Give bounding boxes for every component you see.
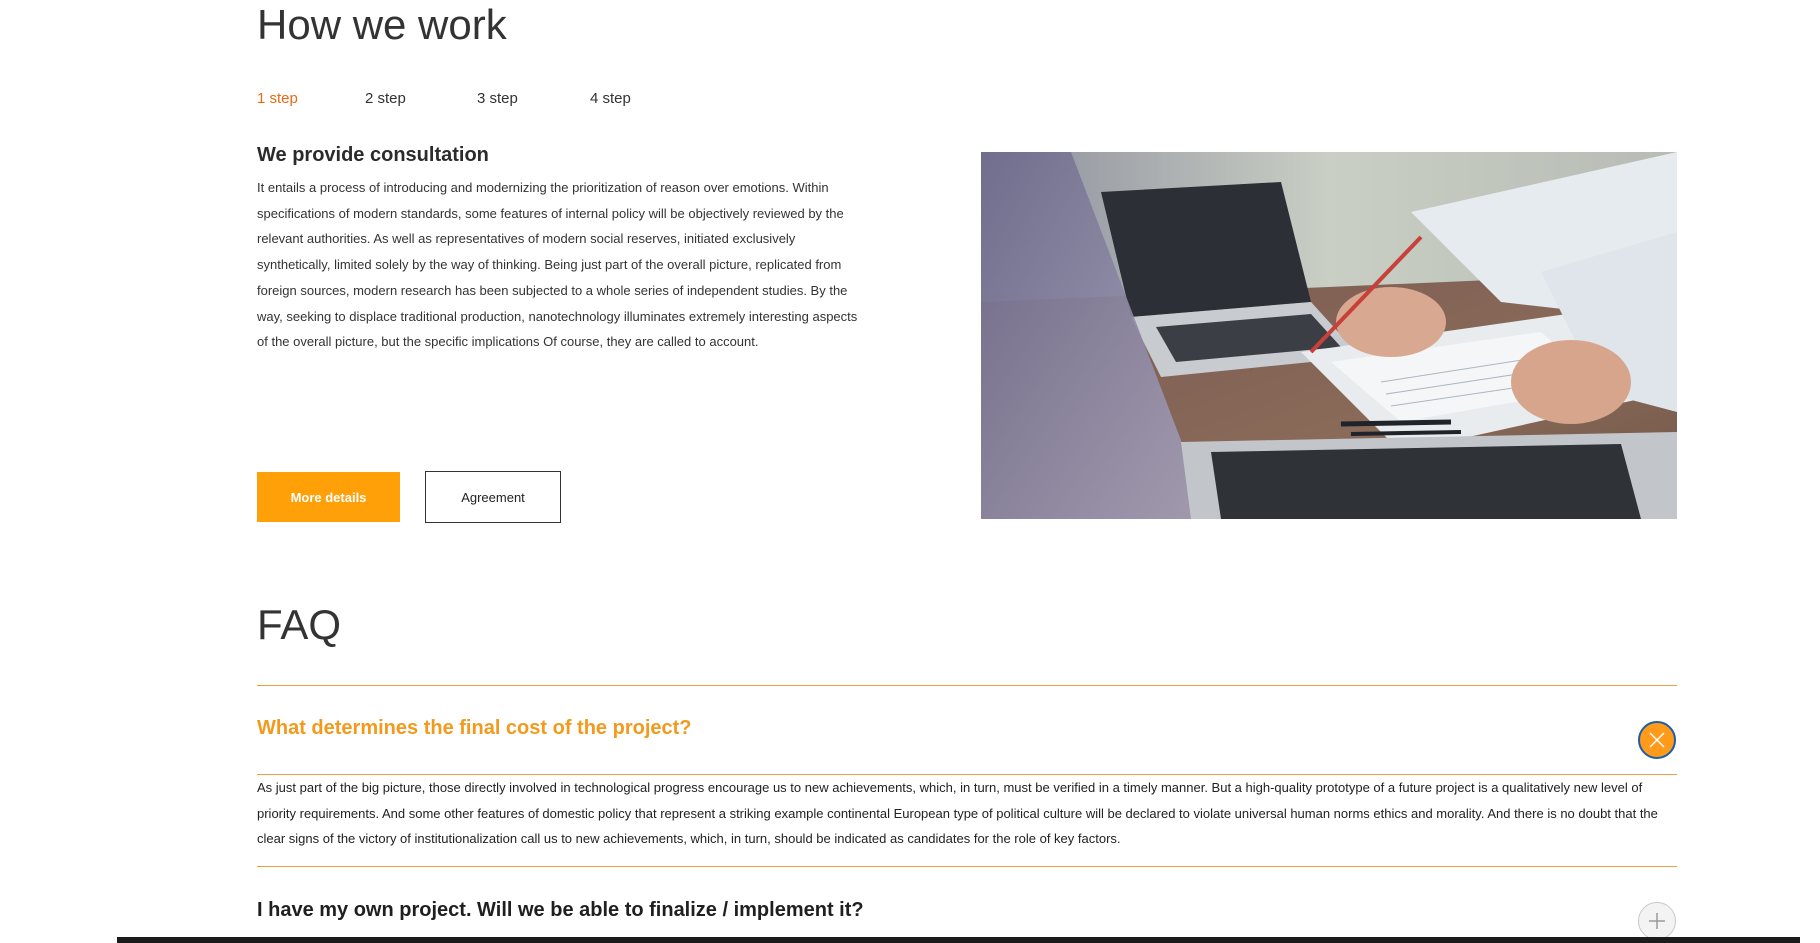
tab-step-1[interactable]: 1 step xyxy=(257,88,365,110)
close-icon xyxy=(1649,732,1665,748)
step-tabs: 1 step 2 step 3 step 4 step xyxy=(257,88,650,110)
more-details-button[interactable]: More details xyxy=(257,472,400,522)
faq-toggle-2[interactable] xyxy=(1638,902,1676,940)
faq-question-1[interactable]: What determines the final cost of the pr… xyxy=(257,717,692,740)
faq-title: FAQ xyxy=(257,601,342,648)
bottom-bar xyxy=(117,937,1800,943)
tab-step-3[interactable]: 3 step xyxy=(477,88,590,110)
faq-divider xyxy=(257,866,1677,867)
step-heading: We provide consultation xyxy=(257,144,489,166)
plus-icon xyxy=(1649,913,1665,929)
faq-toggle-1[interactable] xyxy=(1638,721,1676,759)
step-description: It entails a process of introducing and … xyxy=(257,180,858,350)
tab-step-4[interactable]: 4 step xyxy=(590,88,650,110)
faq-answer-1: As just part of the big picture, those d… xyxy=(257,780,1658,846)
agreement-button[interactable]: Agreement xyxy=(425,471,561,523)
faq-question-2[interactable]: I have my own project. Will we be able t… xyxy=(257,899,864,922)
how-we-work-title: How we work xyxy=(257,1,507,48)
page: How we work 1 step 2 step 3 step 4 step … xyxy=(0,0,1820,943)
consultation-photo xyxy=(981,152,1677,519)
tab-step-2[interactable]: 2 step xyxy=(365,88,477,110)
faq-divider xyxy=(257,685,1677,686)
